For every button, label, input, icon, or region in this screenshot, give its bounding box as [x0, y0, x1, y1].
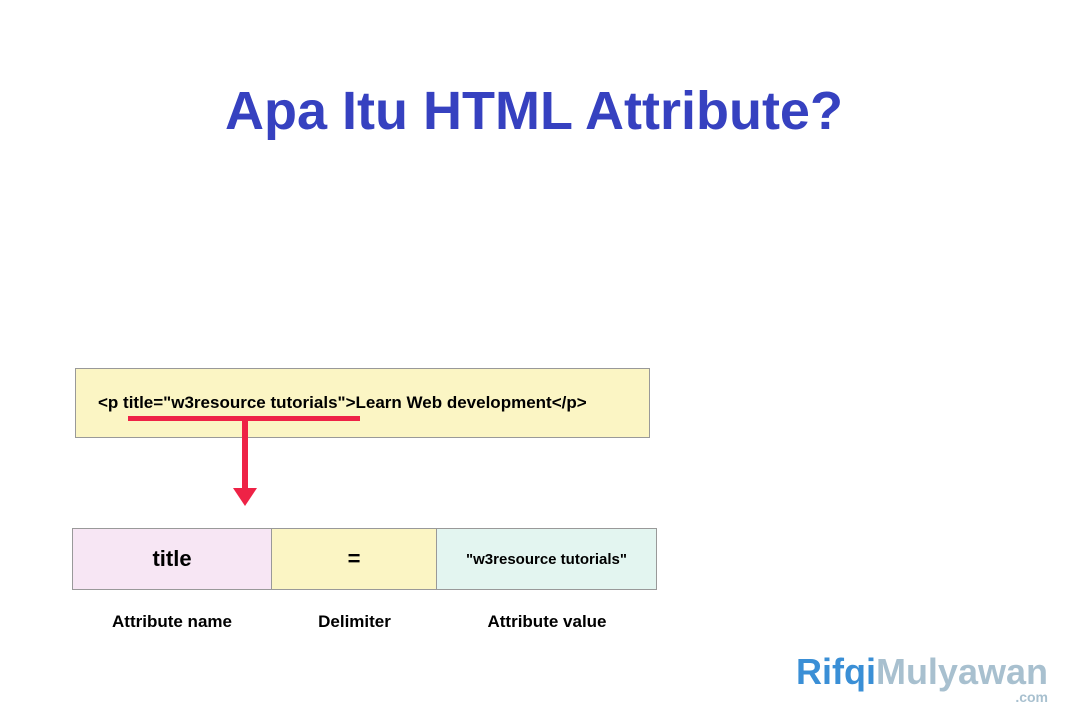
attribute-name-box: title — [72, 528, 272, 590]
arrow-head-icon — [233, 488, 257, 506]
attribute-labels-row: Attribute name Delimiter Attribute value — [72, 612, 657, 632]
page-title: Apa Itu HTML Attribute? — [0, 80, 1068, 142]
watermark-first: Rifqi — [796, 651, 876, 692]
label-attribute-value: Attribute value — [437, 612, 657, 632]
label-attribute-name: Attribute name — [72, 612, 272, 632]
code-example-box: <p title="w3resource tutorials">Learn We… — [75, 368, 650, 438]
arrow-shaft — [242, 421, 248, 491]
code-example-text: <p title="w3resource tutorials">Learn We… — [98, 393, 587, 413]
watermark: RifqiMulyawan — [796, 651, 1048, 693]
attribute-delimiter-box: = — [272, 528, 437, 590]
watermark-suffix: .com — [1015, 689, 1048, 705]
label-delimiter: Delimiter — [272, 612, 437, 632]
watermark-last: Mulyawan — [876, 651, 1048, 692]
attribute-parts-row: title = "w3resource tutorials" — [72, 528, 657, 590]
attribute-value-box: "w3resource tutorials" — [437, 528, 657, 590]
